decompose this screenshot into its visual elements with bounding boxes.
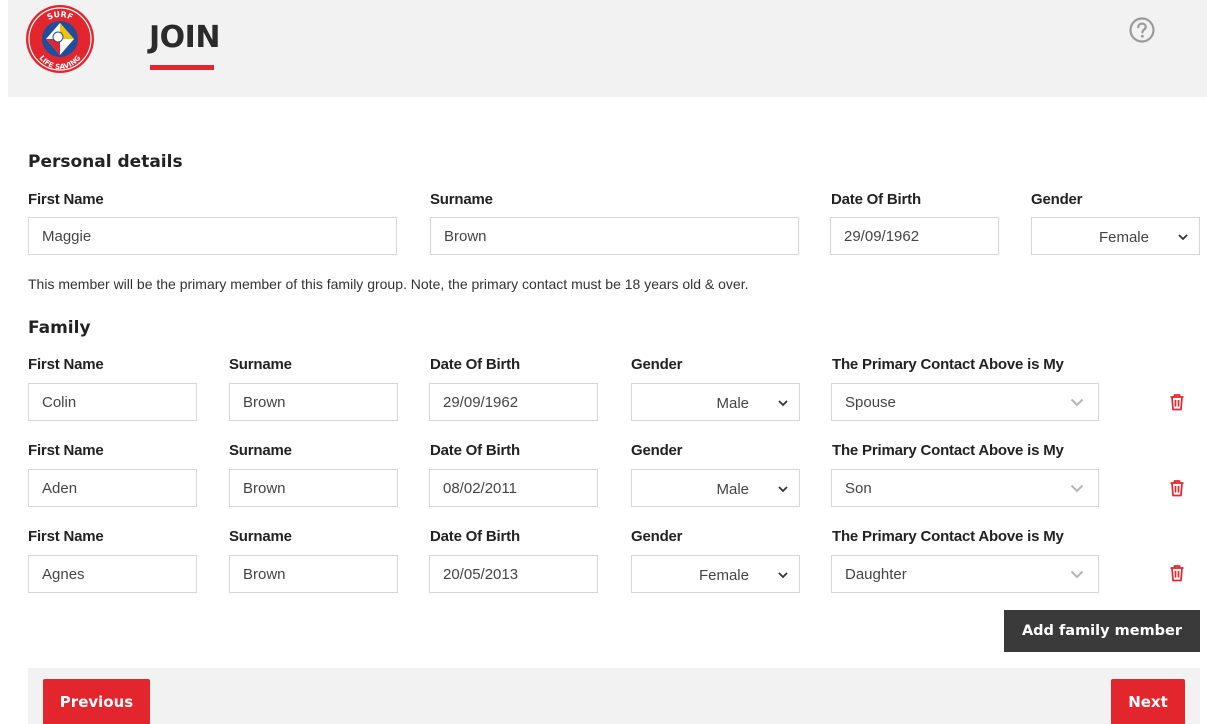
chevron-down-icon: [778, 400, 788, 407]
family-first-name-label: First Name: [28, 528, 104, 545]
family-dob-input[interactable]: [429, 555, 598, 593]
primary-member-note: This member will be the primary member o…: [28, 276, 749, 292]
chevron-down-icon: [1178, 234, 1188, 241]
first-name-input[interactable]: [28, 217, 397, 255]
first-name-label: First Name: [28, 191, 104, 208]
family-dob-label: Date Of Birth: [430, 356, 520, 373]
family-relation-label: The Primary Contact Above is My: [832, 528, 1064, 545]
personal-details-heading: Personal details: [28, 152, 183, 172]
family-surname-label: Surname: [229, 442, 292, 459]
family-relation-select[interactable]: Son: [831, 469, 1099, 507]
gender-select-value: Female: [1098, 229, 1149, 246]
family-surname-label: Surname: [229, 528, 292, 545]
family-gender-value: Female: [698, 567, 749, 584]
gender-label: Gender: [1031, 191, 1083, 208]
family-gender-label: Gender: [631, 528, 683, 545]
family-relation-label: The Primary Contact Above is My: [832, 442, 1064, 459]
family-surname-input[interactable]: [229, 383, 398, 421]
chevron-down-icon: [778, 486, 788, 493]
family-first-name-label: First Name: [28, 356, 104, 373]
family-dob-input[interactable]: [429, 469, 598, 507]
page-title: JOIN: [149, 20, 220, 55]
delete-member-icon[interactable]: [1169, 479, 1185, 497]
family-gender-select[interactable]: Female: [631, 555, 800, 593]
delete-member-icon[interactable]: [1169, 393, 1185, 411]
family-first-name-input[interactable]: [28, 469, 197, 507]
dob-input[interactable]: [830, 217, 999, 255]
family-gender-value: Male: [716, 481, 749, 498]
surname-label: Surname: [430, 191, 493, 208]
family-relation-label: The Primary Contact Above is My: [832, 356, 1064, 373]
family-first-name-input[interactable]: [28, 555, 197, 593]
family-dob-label: Date Of Birth: [430, 442, 520, 459]
footer-bar: [28, 668, 1200, 724]
chevron-down-icon: [1070, 484, 1084, 493]
family-surname-label: Surname: [229, 356, 292, 373]
help-icon[interactable]: [1128, 16, 1156, 44]
family-relation-value: Spouse: [845, 394, 896, 411]
family-first-name-label: First Name: [28, 442, 104, 459]
family-dob-input[interactable]: [429, 383, 598, 421]
family-relation-value: Son: [845, 480, 872, 497]
delete-member-icon[interactable]: [1169, 564, 1185, 582]
dob-label: Date Of Birth: [831, 191, 921, 208]
chevron-down-icon: [1070, 398, 1084, 407]
family-relation-value: Daughter: [845, 566, 907, 583]
previous-button[interactable]: Previous: [43, 679, 150, 724]
family-gender-select[interactable]: Male: [631, 469, 800, 507]
surname-input[interactable]: [430, 217, 799, 255]
chevron-down-icon: [1070, 570, 1084, 579]
next-button[interactable]: Next: [1111, 679, 1185, 724]
family-heading: Family: [28, 318, 91, 338]
family-surname-input[interactable]: [229, 555, 398, 593]
family-gender-value: Male: [716, 395, 749, 412]
family-gender-label: Gender: [631, 356, 683, 373]
family-relation-select[interactable]: Spouse: [831, 383, 1099, 421]
family-dob-label: Date Of Birth: [430, 528, 520, 545]
family-gender-select[interactable]: Male: [631, 383, 800, 421]
family-first-name-input[interactable]: [28, 383, 197, 421]
header-bar: SURF LIFE SAVING JOIN: [8, 0, 1207, 97]
family-surname-input[interactable]: [229, 469, 398, 507]
gender-select[interactable]: Female: [1031, 217, 1200, 255]
family-gender-label: Gender: [631, 442, 683, 459]
surf-life-saving-logo: SURF LIFE SAVING: [26, 5, 94, 73]
chevron-down-icon: [778, 572, 788, 579]
title-underline: [150, 65, 214, 70]
add-family-member-button[interactable]: Add family member: [1004, 610, 1200, 652]
family-relation-select[interactable]: Daughter: [831, 555, 1099, 593]
